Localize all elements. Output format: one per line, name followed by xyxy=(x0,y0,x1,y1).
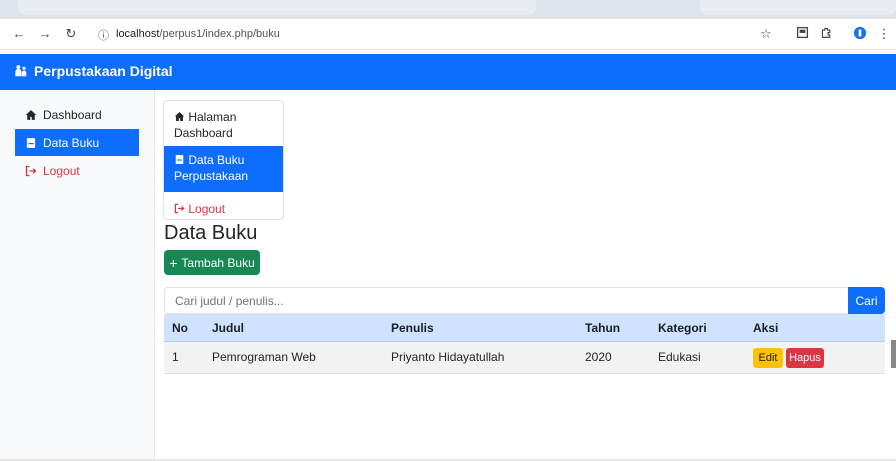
browser-tab[interactable] xyxy=(18,0,536,15)
brand[interactable]: Perpustakaan Digital xyxy=(14,63,173,79)
site-info-icon[interactable]: ⓘ xyxy=(98,27,109,43)
search-placeholder: Cari judul / penulis... xyxy=(175,293,284,308)
back-icon[interactable]: ← xyxy=(10,25,28,43)
browser-tab[interactable] xyxy=(700,0,896,15)
add-book-button[interactable]: + Tambah Buku xyxy=(164,250,260,275)
cell-kategori: Edukasi xyxy=(658,350,701,364)
browser-tab-strip xyxy=(0,0,896,19)
url-text: localhost/perpus1/index.php/buku xyxy=(116,28,280,40)
column-header: Aksi xyxy=(753,321,779,335)
sidebar-item-dashboard[interactable]: Dashboard xyxy=(15,101,139,128)
sidebar-item-data-buku[interactable]: Data Buku xyxy=(15,129,139,156)
browser-menu-icon[interactable]: ⋮ xyxy=(876,26,892,42)
book-icon xyxy=(26,137,36,148)
address-bar[interactable]: ⓘ localhost/perpus1/index.php/buku xyxy=(92,23,782,46)
browser-toolbar: ← → ↻ ⓘ localhost/perpus1/index.php/buku… xyxy=(0,19,896,50)
reading-list-icon[interactable] xyxy=(794,26,810,42)
column-header: Kategori xyxy=(658,321,707,335)
sidebar-item-label: Logout xyxy=(43,163,80,178)
profile-avatar-icon[interactable] xyxy=(852,26,868,42)
logout-icon xyxy=(25,165,37,176)
bookmark-star-icon[interactable]: ☆ xyxy=(758,26,774,42)
reload-icon[interactable]: ↻ xyxy=(62,25,80,43)
column-header: No xyxy=(172,321,188,335)
page-title: Data Buku xyxy=(164,222,258,244)
add-book-label: Tambah Buku xyxy=(181,255,255,270)
home-icon xyxy=(25,109,37,120)
menu-item-data-buku[interactable]: Data Buku Perpustakaan xyxy=(164,146,283,192)
extensions-icon[interactable] xyxy=(818,26,834,42)
menu-item-dashboard[interactable]: Halaman Dashboard xyxy=(164,105,283,145)
logout-icon xyxy=(174,203,185,214)
brand-label: Perpustakaan Digital xyxy=(34,63,173,79)
app-navbar: Perpustakaan Digital xyxy=(0,54,896,90)
sidebar: Dashboard Data Buku Logout xyxy=(0,90,155,461)
scrollbar-thumb[interactable] xyxy=(891,340,896,368)
search-button[interactable]: Cari xyxy=(848,287,885,314)
menu-item-label: Perpustakaan xyxy=(174,169,249,183)
sidebar-item-logout[interactable]: Logout xyxy=(15,157,139,184)
content-menu: Halaman Dashboard Data Buku Perpustakaan… xyxy=(163,100,284,220)
menu-item-label: Dashboard xyxy=(174,126,233,140)
column-header: Tahun xyxy=(585,321,621,335)
table-row: 1 Pemrograman Web Priyanto Hidayatullah … xyxy=(164,342,885,374)
cell-tahun: 2020 xyxy=(585,350,612,364)
sidebar-item-label: Dashboard xyxy=(43,107,102,122)
edit-button[interactable]: Edit xyxy=(753,348,783,368)
delete-button[interactable]: Hapus xyxy=(786,348,824,368)
home-icon xyxy=(174,112,185,121)
column-header: Judul xyxy=(212,321,244,335)
book-icon xyxy=(175,155,184,164)
cell-judul: Pemrograman Web xyxy=(212,350,316,364)
search-input[interactable]: Cari judul / penulis... xyxy=(164,287,848,314)
column-header: Penulis xyxy=(391,321,434,335)
cell-no: 1 xyxy=(172,350,179,364)
menu-item-label: Logout xyxy=(188,202,226,216)
menu-item-logout[interactable]: Logout xyxy=(164,197,283,219)
cell-penulis: Priyanto Hidayatullah xyxy=(391,350,505,364)
forward-icon[interactable]: → xyxy=(36,25,54,43)
menu-item-label: Data Buku xyxy=(188,153,245,167)
sidebar-item-label: Data Buku xyxy=(43,135,100,150)
users-icon xyxy=(15,65,27,77)
plus-icon: + xyxy=(169,254,178,271)
menu-item-label: Halaman xyxy=(188,110,237,124)
table-header: No Judul Penulis Tahun Kategori Aksi xyxy=(164,314,885,342)
